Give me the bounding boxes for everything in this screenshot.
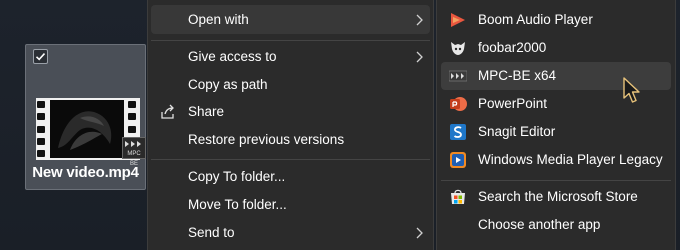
menu-item-label: Send to xyxy=(188,225,235,240)
menu-item-label: Give access to xyxy=(188,49,277,64)
menu-item-share[interactable]: Share xyxy=(151,97,430,126)
submenu-item-choose-another-app[interactable]: Choose another app xyxy=(441,211,671,239)
menu-separator xyxy=(151,159,430,160)
menu-item-label: Copy To folder... xyxy=(188,169,286,184)
chevron-right-icon xyxy=(416,227,423,239)
submenu-item-boom-audio-player[interactable]: Boom Audio Player xyxy=(441,6,671,34)
menu-item-restore-versions[interactable]: Restore previous versions xyxy=(151,125,430,154)
film-strip-left xyxy=(37,101,47,157)
submenu-item-snagit-editor[interactable]: Snagit Editor xyxy=(441,118,671,146)
menu-item-label: Move To folder... xyxy=(188,197,287,212)
selection-checkbox[interactable] xyxy=(33,49,48,64)
file-item-selected[interactable]: MPC BE New video.mp4 xyxy=(25,44,146,190)
video-frame xyxy=(50,100,124,158)
menu-item-copy-as-path[interactable]: Copy as path xyxy=(151,70,430,99)
submenu-item-windows-media-player[interactable]: Windows Media Player Legacy xyxy=(441,146,671,174)
submenu-item-label: MPC-BE x64 xyxy=(478,68,557,83)
desktop-background: MPC BE New video.mp4 Open with Give acce… xyxy=(0,0,680,250)
submenu-item-label: Choose another app xyxy=(478,217,601,232)
microsoft-store-icon xyxy=(451,189,465,204)
menu-item-label: Open with xyxy=(188,12,249,27)
submenu-item-label: Search the Microsoft Store xyxy=(478,189,638,204)
mpc-be-badge-icon: MPC BE xyxy=(122,137,146,167)
snagit-icon xyxy=(450,124,466,140)
submenu-item-microsoft-store[interactable]: Search the Microsoft Store xyxy=(441,183,671,211)
chevron-right-icon xyxy=(416,14,423,26)
menu-separator xyxy=(151,40,430,41)
menu-item-give-access[interactable]: Give access to xyxy=(151,42,430,71)
menu-item-copy-to-folder[interactable]: Copy To folder... xyxy=(151,162,430,191)
submenu-item-label: Windows Media Player Legacy xyxy=(478,152,663,167)
share-icon xyxy=(161,104,174,119)
submenu-item-label: Snagit Editor xyxy=(478,124,556,139)
chevron-right-icon xyxy=(416,51,423,63)
checkmark-icon xyxy=(35,53,46,61)
menu-separator xyxy=(441,180,671,181)
menu-item-label: Share xyxy=(188,104,225,119)
menu-item-label: Restore previous versions xyxy=(188,132,345,147)
open-with-submenu: Boom Audio Player foobar2000 MPC-BE x64 xyxy=(436,0,676,250)
submenu-item-foobar2000[interactable]: foobar2000 xyxy=(441,34,671,62)
mpc-be-icon xyxy=(449,70,467,82)
context-menu: Open with Give access to Copy as path Sh… xyxy=(147,0,434,250)
boom-audio-icon xyxy=(451,13,465,27)
file-name[interactable]: New video.mp4 xyxy=(26,164,145,181)
windows-media-player-icon xyxy=(450,152,466,168)
submenu-item-label: Boom Audio Player xyxy=(478,12,593,27)
mouse-pointer-icon xyxy=(623,77,640,103)
menu-item-open-with[interactable]: Open with xyxy=(151,5,430,34)
menu-item-send-to[interactable]: Send to xyxy=(151,218,430,247)
menu-item-move-to-folder[interactable]: Move To folder... xyxy=(151,190,430,219)
powerpoint-icon xyxy=(450,97,467,111)
submenu-item-label: PowerPoint xyxy=(478,96,548,111)
foobar2000-icon xyxy=(451,42,465,55)
submenu-item-label: foobar2000 xyxy=(478,40,547,55)
menu-item-label: Copy as path xyxy=(188,77,268,92)
